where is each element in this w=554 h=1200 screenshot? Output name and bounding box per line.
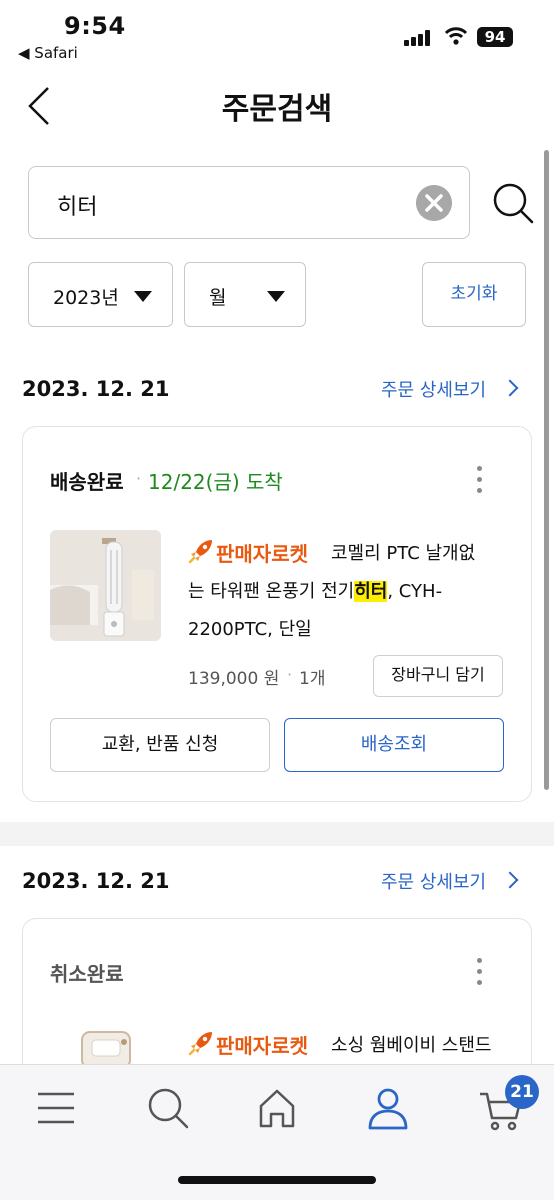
month-select-value: 월 — [209, 287, 227, 309]
order-date: 2023. 12. 21 — [22, 869, 170, 893]
order-detail-link[interactable]: 주문 상세보기 — [381, 376, 486, 402]
rocket-icon — [188, 1032, 212, 1056]
month-select[interactable]: 월 — [184, 262, 306, 327]
arrival-date: 12/22(금) 도착 — [148, 470, 283, 494]
order-date: 2023. 12. 21 — [22, 377, 170, 401]
home-indicator — [178, 1176, 376, 1184]
product-thumbnail[interactable] — [78, 1028, 134, 1068]
menu-icon[interactable] — [34, 1086, 78, 1130]
product-name-line[interactable]: 소싱 웜베이비 스탠드 — [331, 1029, 491, 1062]
battery-indicator: 94 — [477, 27, 513, 47]
product-price: 139,000 원 — [188, 669, 280, 689]
home-icon[interactable] — [255, 1086, 299, 1130]
product-name-line[interactable]: 코멜리 PTC 날개없 — [331, 537, 475, 570]
chevron-down-icon — [134, 291, 152, 302]
product-quantity: 1개 — [299, 669, 326, 689]
product-name-text: , CYH- — [387, 581, 443, 602]
rocket-icon — [188, 540, 212, 564]
seller-rocket-badge: 판매자로켓 — [216, 1034, 308, 1058]
search-input-value: 히터 — [57, 195, 98, 220]
chevron-down-icon — [267, 291, 285, 302]
year-select[interactable]: 2023년 — [28, 262, 173, 327]
more-options-icon[interactable] — [477, 958, 482, 991]
cart-count-badge: 21 — [505, 1075, 539, 1109]
clear-search-icon[interactable] — [416, 185, 452, 221]
chevron-right-icon[interactable] — [501, 379, 519, 397]
back-to-safari-link[interactable]: ◀ Safari — [18, 44, 78, 62]
exchange-return-button[interactable]: 교환, 반품 신청 — [50, 718, 270, 772]
search-keyword-highlight: 히터 — [354, 581, 388, 602]
seller-rocket-badge: 판매자로켓 — [216, 542, 308, 566]
search-icon[interactable] — [492, 182, 534, 224]
add-to-cart-button[interactable]: 장바구니 담기 — [373, 655, 503, 697]
separator-dot: · — [136, 469, 142, 488]
product-name-line[interactable]: 2200PTC, 단일 — [188, 613, 312, 646]
more-options-icon[interactable] — [477, 466, 482, 499]
user-icon[interactable] — [366, 1086, 410, 1130]
product-name-text: 는 타워팬 온풍기 전기 — [188, 581, 355, 602]
track-delivery-button[interactable]: 배송조회 — [284, 718, 504, 772]
year-select-value: 2023년 — [53, 287, 119, 309]
product-name-line[interactable]: 는 타워팬 온풍기 전기히터, CYH- — [188, 575, 442, 608]
order-status: 취소완료 — [50, 962, 124, 986]
wifi-icon — [444, 27, 468, 45]
product-thumbnail[interactable] — [50, 530, 161, 641]
search-icon[interactable] — [146, 1086, 190, 1130]
chevron-right-icon[interactable] — [501, 871, 519, 889]
order-detail-link[interactable]: 주문 상세보기 — [381, 868, 486, 894]
search-input[interactable]: 히터 — [28, 166, 470, 239]
status-time: 9:54 — [64, 12, 126, 40]
section-divider — [0, 822, 554, 846]
page-title: 주문검색 — [221, 92, 333, 127]
scrollbar[interactable] — [544, 150, 549, 790]
reset-button[interactable]: 초기화 — [422, 262, 526, 327]
separator-dot: · — [287, 665, 293, 684]
cellular-signal-icon — [404, 30, 432, 46]
order-status: 배송완료 — [50, 470, 124, 494]
